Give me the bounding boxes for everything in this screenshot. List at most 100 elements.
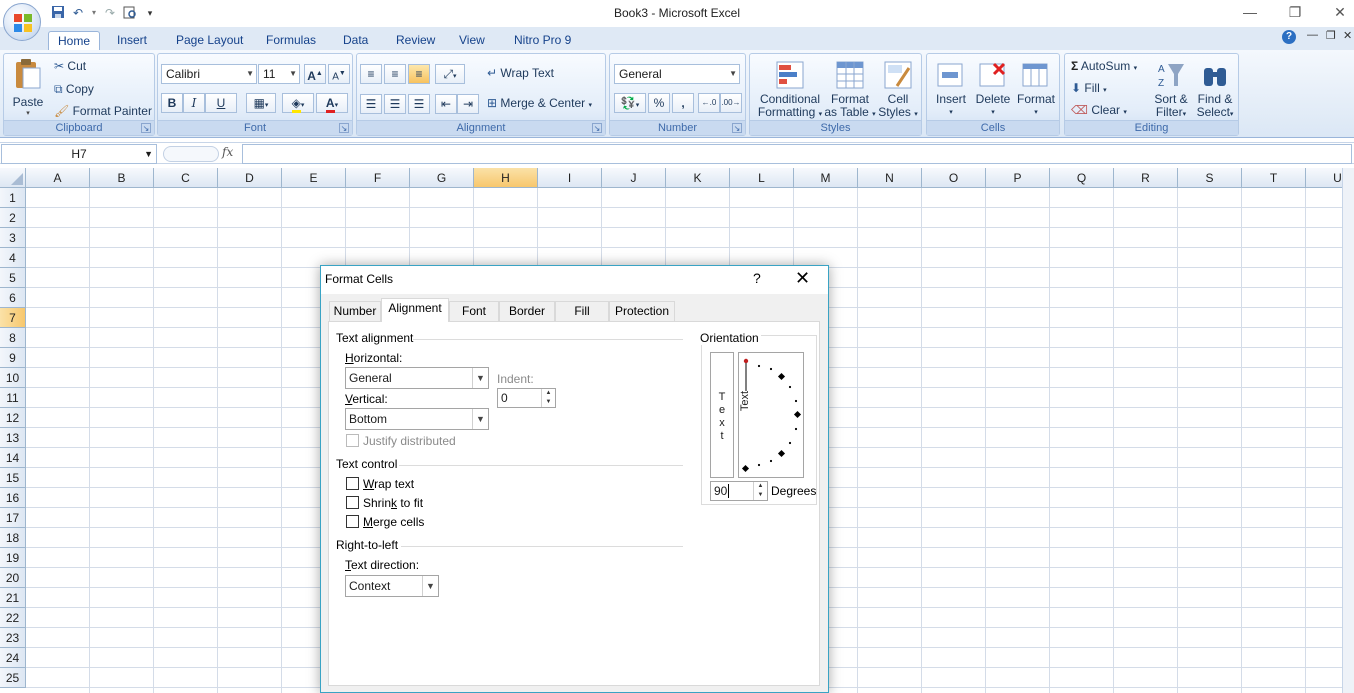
row-header-4[interactable]: 4	[0, 248, 26, 268]
column-header-h[interactable]: H	[474, 168, 538, 188]
row-header-6[interactable]: 6	[0, 288, 26, 308]
shrink-font-button[interactable]: A▼	[328, 64, 350, 84]
accounting-format-icon[interactable]: 💱▾	[614, 93, 646, 113]
select-all-corner[interactable]	[0, 168, 26, 188]
tab-page-layout[interactable]: Page Layout	[166, 31, 253, 51]
orientation-dial[interactable]: Text	[738, 352, 804, 478]
ribbon-close-icon[interactable]: ✕	[1343, 29, 1352, 42]
help-icon[interactable]: ?	[1282, 30, 1296, 44]
column-header-d[interactable]: D	[218, 168, 282, 188]
font-color-button[interactable]: A▾	[316, 93, 348, 113]
fill-color-button[interactable]: ◈▾	[282, 93, 314, 113]
column-header-o[interactable]: O	[922, 168, 986, 188]
row-header-3[interactable]: 3	[0, 228, 26, 248]
borders-button[interactable]: ▦▾	[246, 93, 276, 113]
text-direction-select[interactable]: Context▼	[345, 575, 439, 597]
row-header-2[interactable]: 2	[0, 208, 26, 228]
tab-home[interactable]: Home	[48, 31, 100, 51]
column-header-j[interactable]: J	[602, 168, 666, 188]
row-header-21[interactable]: 21	[0, 588, 26, 608]
row-header-24[interactable]: 24	[0, 648, 26, 668]
justify-distributed-checkbox[interactable]	[346, 434, 359, 447]
cut-button[interactable]: ✂ Cut	[54, 59, 86, 73]
comma-style-button[interactable]: ,	[672, 93, 694, 113]
tab-border[interactable]: Border	[499, 301, 555, 321]
column-header-i[interactable]: I	[538, 168, 602, 188]
row-header-9[interactable]: 9	[0, 348, 26, 368]
column-header-m[interactable]: M	[794, 168, 858, 188]
row-header-5[interactable]: 5	[0, 268, 26, 288]
row-header-7[interactable]: 7	[0, 308, 26, 328]
align-left-icon[interactable]: ☰	[360, 94, 382, 114]
tab-fill[interactable]: Fill	[555, 301, 609, 321]
ribbon-restore-icon[interactable]: ❐	[1326, 29, 1336, 42]
formula-input[interactable]	[242, 144, 1352, 164]
dialog-help-button[interactable]: ?	[753, 270, 761, 286]
row-header-22[interactable]: 22	[0, 608, 26, 628]
shrink-to-fit-checkbox[interactable]	[346, 496, 359, 509]
format-as-table-button[interactable]: Format as Table ▾	[822, 60, 878, 121]
underline-button[interactable]: U	[205, 93, 237, 113]
column-header-c[interactable]: C	[154, 168, 218, 188]
column-header-q[interactable]: Q	[1050, 168, 1114, 188]
row-header-18[interactable]: 18	[0, 528, 26, 548]
increase-decimal-icon[interactable]: ←.0	[698, 93, 720, 113]
align-center-icon[interactable]: ☰	[384, 94, 406, 114]
degrees-spinner[interactable]: 90▲▼	[710, 481, 768, 501]
tab-review[interactable]: Review	[386, 31, 445, 51]
align-middle-icon[interactable]: ≡	[384, 64, 406, 84]
column-header-f[interactable]: F	[346, 168, 410, 188]
font-size-select[interactable]: 11▼	[258, 64, 300, 84]
column-header-p[interactable]: P	[986, 168, 1050, 188]
tab-nitro-pro[interactable]: Nitro Pro 9	[504, 31, 581, 51]
column-header-k[interactable]: K	[666, 168, 730, 188]
horizontal-select[interactable]: General▼	[345, 367, 489, 389]
spinner-arrows-icon[interactable]: ▲▼	[541, 389, 555, 407]
alignment-launcher-icon[interactable]: ↘	[592, 123, 602, 133]
row-header-8[interactable]: 8	[0, 328, 26, 348]
column-header-n[interactable]: N	[858, 168, 922, 188]
clear-button[interactable]: ⌫ Clear ▾	[1071, 103, 1127, 117]
number-launcher-icon[interactable]: ↘	[732, 123, 742, 133]
percent-style-button[interactable]: %	[648, 93, 670, 113]
italic-button[interactable]: I	[183, 93, 205, 113]
row-header-10[interactable]: 10	[0, 368, 26, 388]
tab-alignment[interactable]: Alignment	[381, 298, 449, 322]
wrap-text-button[interactable]: ↵ Wrap Text	[487, 66, 554, 80]
dialog-close-button[interactable]: ✕	[795, 268, 810, 289]
tab-data[interactable]: Data	[333, 31, 378, 51]
column-header-e[interactable]: E	[282, 168, 346, 188]
format-painter-button[interactable]: 🖌 Format Painter	[54, 104, 152, 118]
delete-cells-button[interactable]: Delete ▾	[973, 60, 1013, 119]
row-header-1[interactable]: 1	[0, 188, 26, 208]
row-header-11[interactable]: 11	[0, 388, 26, 408]
number-format-select[interactable]: General▼	[614, 64, 740, 84]
cell-styles-button[interactable]: Cell Styles ▾	[874, 60, 922, 121]
align-right-icon[interactable]: ☰	[408, 94, 430, 114]
row-header-25[interactable]: 25	[0, 668, 26, 688]
decrease-decimal-icon[interactable]: .00→	[720, 93, 742, 113]
column-header-r[interactable]: R	[1114, 168, 1178, 188]
row-header-17[interactable]: 17	[0, 508, 26, 528]
row-header-14[interactable]: 14	[0, 448, 26, 468]
column-header-b[interactable]: B	[90, 168, 154, 188]
insert-function-icon[interactable]: fx	[222, 145, 233, 159]
fill-button[interactable]: ⬇ Fill ▾	[1071, 81, 1107, 95]
row-header-19[interactable]: 19	[0, 548, 26, 568]
font-launcher-icon[interactable]: ↘	[339, 123, 349, 133]
indent-spinner[interactable]: 0▲▼	[497, 388, 556, 408]
tab-font[interactable]: Font	[449, 301, 499, 321]
tab-formulas[interactable]: Formulas	[256, 31, 326, 51]
column-header-a[interactable]: A	[26, 168, 90, 188]
row-header-13[interactable]: 13	[0, 428, 26, 448]
bold-button[interactable]: B	[161, 93, 183, 113]
minimize-button[interactable]: —	[1227, 0, 1273, 27]
grow-font-button[interactable]: A▲	[304, 64, 326, 84]
merge-cells-checkbox[interactable]	[346, 515, 359, 528]
clipboard-launcher-icon[interactable]: ↘	[141, 123, 151, 133]
column-header-t[interactable]: T	[1242, 168, 1306, 188]
decrease-indent-icon[interactable]: ⇤	[435, 94, 457, 114]
tab-insert[interactable]: Insert	[107, 31, 157, 51]
ribbon-minimize-icon[interactable]: —	[1307, 29, 1318, 41]
vertical-text-button[interactable]: T e x t	[710, 352, 734, 478]
